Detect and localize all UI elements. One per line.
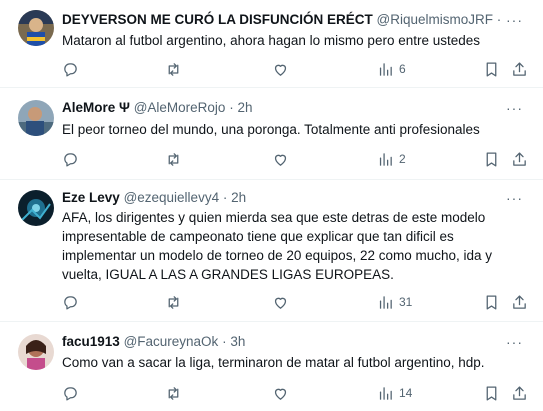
user-handle[interactable]: @RiquelmismoJRF bbox=[377, 12, 493, 27]
more-options-icon[interactable]: ··· bbox=[502, 98, 523, 118]
tweet-actions: 14 bbox=[0, 383, 543, 403]
tweet-text: El peor torneo del mundo, una poronga. T… bbox=[62, 122, 480, 137]
retweet-button[interactable] bbox=[165, 59, 182, 79]
reply-button[interactable] bbox=[62, 383, 79, 403]
views-button[interactable]: 6 bbox=[377, 59, 406, 79]
timestamp[interactable]: 2h bbox=[231, 190, 246, 205]
avatar[interactable] bbox=[18, 334, 54, 370]
timestamp[interactable]: 3h bbox=[230, 334, 245, 349]
bookmark-button[interactable] bbox=[483, 292, 500, 312]
reply-button[interactable] bbox=[62, 149, 79, 169]
like-button[interactable] bbox=[272, 59, 289, 79]
share-icon bbox=[513, 294, 526, 309]
like-icon bbox=[274, 154, 287, 166]
retweet-icon bbox=[168, 152, 179, 166]
share-icon bbox=[513, 385, 526, 400]
views-count: 14 bbox=[399, 386, 413, 400]
bookmark-icon bbox=[486, 151, 497, 167]
display-name[interactable]: AleMore Ψ bbox=[62, 100, 130, 115]
dot-separator: · bbox=[222, 334, 227, 349]
views-icon bbox=[379, 62, 392, 76]
views-count: 31 bbox=[399, 295, 413, 309]
bookmark-button[interactable] bbox=[483, 383, 500, 403]
user-handle[interactable]: @ezequiellevy4 bbox=[124, 190, 220, 205]
bookmark-button[interactable] bbox=[483, 59, 500, 79]
tweet[interactable]: Eze Levy @ezequiellevy4 · 2h ··· AFA, lo… bbox=[0, 180, 543, 322]
like-button[interactable] bbox=[272, 383, 289, 403]
avatar[interactable] bbox=[18, 10, 54, 46]
share-button[interactable] bbox=[511, 149, 528, 169]
tweet[interactable]: AleMore Ψ @AleMoreRojo · 2h ··· El peor … bbox=[0, 88, 543, 180]
reply-button[interactable] bbox=[62, 292, 79, 312]
views-button[interactable]: 31 bbox=[377, 292, 412, 312]
share-icon bbox=[513, 151, 526, 166]
dot-separator: · bbox=[496, 12, 502, 27]
user-handle[interactable]: @FacureynaOk bbox=[124, 334, 219, 349]
tweet-header: Eze Levy @ezequiellevy4 · 2h ··· bbox=[62, 188, 533, 208]
tweet-text: Mataron al futbol argentino, ahora hagan… bbox=[62, 33, 481, 48]
more-options-icon[interactable]: ··· bbox=[502, 10, 523, 30]
display-name[interactable]: Eze Levy bbox=[62, 190, 120, 205]
tweet-header: facu1913 @FacureynaOk · 3h ··· bbox=[62, 332, 533, 352]
share-button[interactable] bbox=[511, 383, 528, 403]
views-icon bbox=[379, 386, 392, 400]
avatar[interactable] bbox=[18, 100, 54, 136]
views-button[interactable]: 14 bbox=[377, 383, 412, 403]
tweet-actions: 31 bbox=[0, 292, 543, 312]
like-icon bbox=[274, 388, 287, 400]
views-icon bbox=[379, 295, 392, 309]
tweet-actions: 2 bbox=[0, 149, 543, 169]
retweet-button[interactable] bbox=[165, 383, 182, 403]
tweet-text: Como van a sacar la liga, terminaron de … bbox=[62, 355, 485, 370]
retweet-button[interactable] bbox=[165, 149, 182, 169]
bookmark-button[interactable] bbox=[483, 149, 500, 169]
like-icon bbox=[274, 64, 287, 76]
user-handle[interactable]: @AleMoreRojo bbox=[134, 100, 226, 115]
display-name[interactable]: facu1913 bbox=[62, 334, 120, 349]
tweet[interactable]: facu1913 @FacureynaOk · 3h ··· Como van … bbox=[0, 322, 543, 411]
views-icon bbox=[379, 152, 392, 166]
retweet-icon bbox=[168, 295, 179, 309]
tweet-actions: 6 bbox=[0, 59, 543, 79]
retweet-button[interactable] bbox=[165, 292, 182, 312]
reply-icon bbox=[64, 152, 77, 167]
like-icon bbox=[274, 297, 287, 309]
reply-button[interactable] bbox=[62, 59, 79, 79]
more-options-icon[interactable]: ··· bbox=[502, 188, 523, 208]
views-count: 6 bbox=[399, 62, 406, 76]
dot-separator: · bbox=[229, 100, 234, 115]
views-count: 2 bbox=[399, 152, 406, 166]
display-name[interactable]: DEYVERSON ME CURÓ LA DISFUNCIÓN ERÉCT bbox=[62, 12, 373, 27]
retweet-icon bbox=[168, 386, 179, 400]
tweet-header: AleMore Ψ @AleMoreRojo · 2h ··· bbox=[62, 98, 533, 118]
tweet-header: DEYVERSON ME CURÓ LA DISFUNCIÓN ERÉCT @R… bbox=[62, 10, 533, 30]
share-button[interactable] bbox=[511, 292, 528, 312]
timestamp[interactable]: 2h bbox=[237, 100, 252, 115]
reply-icon bbox=[64, 386, 77, 401]
share-icon bbox=[513, 61, 526, 76]
views-button[interactable]: 2 bbox=[377, 149, 406, 169]
like-button[interactable] bbox=[272, 149, 289, 169]
bookmark-icon bbox=[486, 385, 497, 401]
tweet-text: AFA, los dirigentes y quien mierda sea q… bbox=[62, 210, 493, 282]
reply-icon bbox=[64, 295, 77, 310]
avatar[interactable] bbox=[18, 190, 54, 226]
bookmark-icon bbox=[486, 61, 497, 77]
like-button[interactable] bbox=[272, 292, 289, 312]
bookmark-icon bbox=[486, 294, 497, 310]
reply-icon bbox=[64, 62, 77, 77]
retweet-icon bbox=[168, 62, 179, 76]
more-options-icon[interactable]: ··· bbox=[502, 332, 523, 352]
tweet-feed: DEYVERSON ME CURÓ LA DISFUNCIÓN ERÉCT @R… bbox=[0, 0, 543, 411]
tweet[interactable]: DEYVERSON ME CURÓ LA DISFUNCIÓN ERÉCT @R… bbox=[0, 0, 543, 88]
dot-separator: · bbox=[222, 190, 228, 205]
share-button[interactable] bbox=[511, 59, 528, 79]
